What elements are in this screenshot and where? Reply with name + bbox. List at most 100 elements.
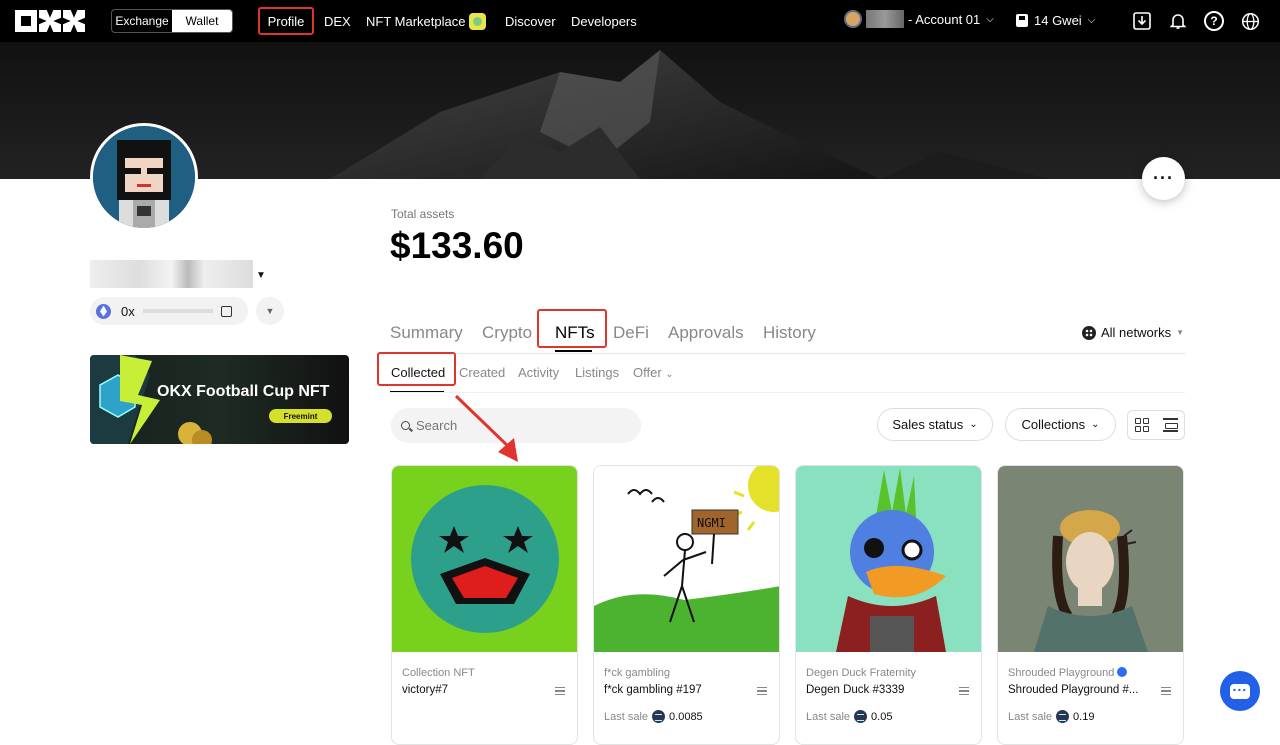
nft-card[interactable]: Collection NFT victory#7	[391, 465, 578, 745]
help-icon[interactable]: ?	[1204, 11, 1224, 31]
subtab-offer-label: Offer	[633, 365, 662, 380]
logo-k	[39, 10, 61, 32]
gas-label: 14 Gwei	[1034, 13, 1082, 28]
nft-name: Degen Duck #3339	[806, 684, 905, 696]
nft-image	[392, 466, 577, 652]
caret-down-icon: ▼	[1176, 328, 1184, 337]
nav-nft-marketplace-link[interactable]: NFT Marketplace	[366, 13, 487, 31]
search-input[interactable]	[416, 418, 616, 433]
account-label: - Account 01	[908, 11, 981, 27]
last-sale: Last sale 0.05	[806, 710, 892, 723]
fuel-pump-icon	[1016, 14, 1028, 27]
list-view-button[interactable]	[1156, 411, 1184, 439]
nft-card[interactable]: NGMI f*ck gambling f*ck gambling #197 La…	[593, 465, 780, 745]
nav-profile-link[interactable]: Profile	[258, 7, 314, 35]
support-chat-button[interactable]	[1220, 671, 1260, 711]
all-networks-selector[interactable]: All networks ▼	[1082, 325, 1184, 340]
sales-status-dropdown[interactable]: Sales status ⌄	[877, 408, 993, 441]
search-icon	[401, 421, 410, 430]
tab-history[interactable]: History	[763, 323, 816, 343]
subtab-listings[interactable]: Listings	[575, 365, 619, 380]
username-redacted	[90, 260, 253, 288]
sales-status-label: Sales status	[892, 417, 964, 432]
copy-icon[interactable]	[220, 305, 232, 317]
nft-image	[998, 466, 1183, 652]
caret-down-icon[interactable]: ▼	[256, 270, 266, 281]
chevron-down-icon: ⌄	[1091, 419, 1100, 430]
logo-x	[63, 10, 85, 32]
bell-icon[interactable]	[1168, 11, 1188, 31]
card-menu-icon[interactable]	[1161, 687, 1171, 695]
wallet-address-pill: 0x	[90, 297, 248, 325]
last-sale-label: Last sale	[604, 710, 649, 723]
gas-indicator[interactable]: 14 Gwei ⌵	[1016, 13, 1095, 28]
address-redacted	[142, 309, 213, 313]
nft-card[interactable]: Shrouded Playground Shrouded Playground …	[997, 465, 1184, 745]
chevron-down-icon: ⌵	[1087, 15, 1096, 26]
nft-card[interactable]: Degen Duck Fraternity Degen Duck #3339 L…	[795, 465, 982, 745]
nfts-tab-highlight	[537, 309, 607, 348]
nav-developers-link[interactable]: Developers	[571, 14, 637, 29]
wallet-toggle[interactable]: Wallet	[172, 10, 232, 32]
currency-icon	[854, 710, 868, 723]
account-name-redacted	[866, 10, 904, 28]
last-sale: Last sale 0.19	[1008, 710, 1094, 723]
nft-name: f*ck gambling #197	[604, 684, 702, 696]
account-selector[interactable]: - Account 01 ⌵	[844, 10, 994, 28]
collection-name-text: Shrouded Playground	[1008, 667, 1115, 679]
tab-defi[interactable]: DeFi	[613, 323, 649, 343]
total-assets-label: Total assets	[391, 207, 455, 221]
collections-dropdown[interactable]: Collections ⌄	[1005, 408, 1116, 441]
card-menu-icon[interactable]	[959, 687, 969, 695]
verified-badge-icon	[1117, 667, 1128, 677]
freemint-pill: Freemint	[269, 409, 332, 423]
subtabs-divider	[390, 392, 1185, 393]
nft-image	[796, 466, 981, 652]
more-options-button[interactable]: ···	[1142, 157, 1185, 200]
tab-crypto[interactable]: Crypto	[482, 323, 532, 343]
grid-view-button[interactable]	[1128, 411, 1156, 439]
promo-banner[interactable]: OKX Football Cup NFT Freemint	[90, 355, 349, 444]
nft-image: NGMI	[594, 466, 779, 652]
chat-bubble-icon	[1230, 678, 1250, 699]
last-sale-label: Last sale	[1008, 710, 1053, 723]
collected-subtab-highlight	[377, 352, 456, 386]
card-menu-icon[interactable]	[757, 687, 767, 695]
last-sale-label: Last sale	[806, 710, 851, 723]
active-tab-underline	[555, 350, 592, 352]
view-toggle	[1127, 410, 1185, 440]
nft-collection-name: Degen Duck Fraternity	[806, 667, 917, 679]
account-avatar	[844, 10, 862, 28]
avatar-image	[93, 126, 195, 228]
nft-collection-name: Collection NFT	[402, 667, 475, 679]
card-menu-icon[interactable]	[555, 687, 565, 695]
mode-switch: Exchange Wallet	[111, 9, 233, 33]
tab-summary[interactable]: Summary	[390, 323, 463, 343]
networks-icon	[1082, 325, 1096, 340]
nav-nft-marketplace-label: NFT Marketplace	[366, 14, 466, 29]
download-icon[interactable]	[1132, 11, 1152, 31]
globe-language-icon[interactable]	[1240, 11, 1260, 31]
list-icon	[1162, 418, 1178, 432]
exchange-toggle[interactable]: Exchange	[112, 10, 172, 32]
logo-o	[15, 10, 37, 32]
last-sale-value: 0.19	[1073, 710, 1095, 723]
currency-icon	[652, 710, 666, 723]
nft-search-box[interactable]	[391, 408, 641, 443]
last-sale: Last sale 0.0085	[604, 710, 703, 723]
nft-collection-name: f*ck gambling	[604, 667, 671, 679]
tabs-divider	[390, 353, 1185, 354]
ngmi-sign-text: NGMI	[697, 516, 726, 530]
profile-avatar[interactable]	[90, 123, 198, 231]
okx-logo[interactable]	[15, 10, 85, 32]
nav-dex-link[interactable]: DEX	[324, 14, 351, 29]
address-dropdown-button[interactable]: ▼	[256, 297, 284, 325]
subtab-offer[interactable]: Offer ⌄	[633, 365, 674, 380]
subtab-activity[interactable]: Activity	[518, 365, 559, 380]
last-sale-value: 0.05	[871, 710, 893, 723]
tab-approvals[interactable]: Approvals	[668, 323, 744, 343]
nft-name: victory#7	[402, 684, 449, 696]
nav-discover-link[interactable]: Discover	[505, 14, 556, 29]
subtab-created[interactable]: Created	[459, 365, 505, 380]
last-sale-value: 0.0085	[669, 710, 703, 723]
